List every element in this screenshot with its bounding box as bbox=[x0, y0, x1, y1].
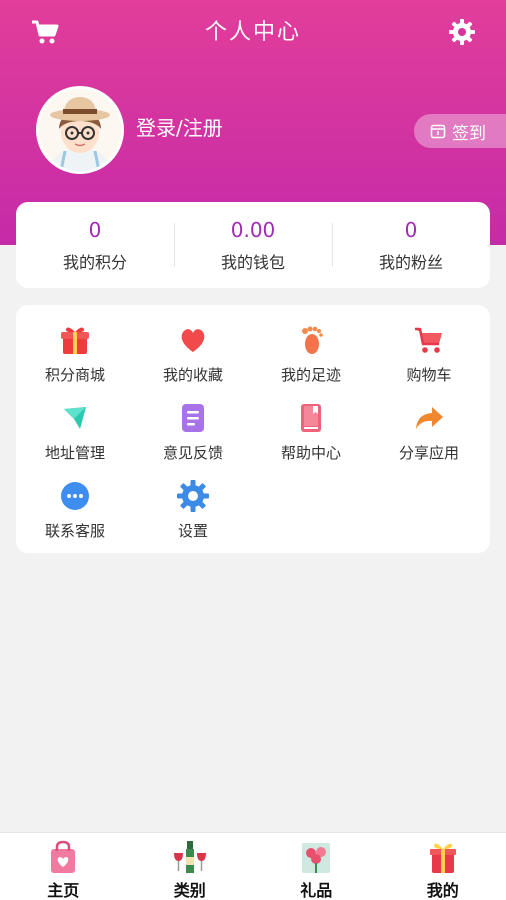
menu-item-share[interactable]: 分享应用 bbox=[370, 401, 488, 463]
feedback-icon bbox=[182, 404, 204, 432]
flower-icon bbox=[302, 843, 331, 873]
stat-value: 0 bbox=[88, 218, 102, 242]
nav-label: 主页 bbox=[47, 881, 80, 900]
menu-label: 积分商城 bbox=[44, 366, 105, 384]
gift-box-icon bbox=[429, 843, 456, 873]
settings-icon bbox=[177, 480, 209, 512]
menu-card: 积分商城 我的收藏 我的足迹 购物车 地址管理 意见反馈 帮助中心 分享应用 联… bbox=[16, 305, 490, 553]
menu-item-help[interactable]: 帮助中心 bbox=[252, 401, 370, 463]
cart-icon bbox=[415, 327, 442, 353]
menu-item-points-mall[interactable]: 积分商城 bbox=[16, 323, 134, 385]
page-title: 个人中心 bbox=[204, 20, 301, 45]
gift-icon bbox=[61, 327, 89, 354]
menu-item-footprints[interactable]: 我的足迹 bbox=[252, 323, 370, 385]
menu-item-customer-service[interactable]: 联系客服 bbox=[16, 479, 134, 541]
stat-label: 我的钱包 bbox=[220, 253, 285, 272]
nav-home[interactable]: 主页 bbox=[0, 833, 127, 900]
stat-label: 我的积分 bbox=[62, 253, 127, 272]
share-icon bbox=[416, 407, 443, 429]
top-bar: 个人中心 bbox=[0, 0, 506, 64]
nav-gift[interactable]: 礼品 bbox=[253, 833, 380, 900]
nav-category[interactable]: 类别 bbox=[127, 833, 254, 900]
sign-in-button[interactable]: 签到 bbox=[414, 114, 506, 148]
avatar-illustration bbox=[39, 89, 121, 171]
sign-in-label: 签到 bbox=[452, 123, 486, 144]
avatar[interactable] bbox=[36, 86, 124, 174]
settings-button[interactable] bbox=[448, 18, 476, 46]
menu-label: 购物车 bbox=[406, 366, 452, 384]
menu-item-settings[interactable]: 设置 bbox=[134, 479, 252, 541]
menu-item-favorites[interactable]: 我的收藏 bbox=[134, 323, 252, 385]
stats-card: 0 我的积分 0.00 我的钱包 0 我的粉丝 bbox=[16, 202, 490, 288]
gear-icon bbox=[449, 19, 475, 45]
bottom-navigation: 主页 类别 礼品 我的 bbox=[0, 832, 506, 900]
stat-label: 我的粉丝 bbox=[378, 253, 443, 272]
footprint-icon bbox=[302, 326, 323, 354]
menu-item-address[interactable]: 地址管理 bbox=[16, 401, 134, 463]
nav-label: 礼品 bbox=[300, 881, 333, 900]
location-icon bbox=[64, 407, 86, 429]
menu-label: 设置 bbox=[177, 522, 208, 540]
menu-label: 分享应用 bbox=[398, 444, 459, 462]
heart-icon bbox=[181, 329, 205, 352]
help-book-icon bbox=[301, 404, 321, 432]
nav-label: 我的 bbox=[426, 881, 459, 900]
menu-label: 联系客服 bbox=[44, 522, 105, 540]
stat-wallet[interactable]: 0.00 我的钱包 bbox=[174, 217, 332, 273]
nav-label: 类别 bbox=[173, 881, 206, 900]
stat-fans[interactable]: 0 我的粉丝 bbox=[332, 217, 490, 273]
menu-label: 帮助中心 bbox=[280, 444, 341, 462]
calendar-icon bbox=[430, 124, 446, 139]
login-register-link[interactable]: 登录/注册 bbox=[136, 112, 223, 141]
menu-label: 意见反馈 bbox=[162, 444, 223, 462]
menu-item-feedback[interactable]: 意见反馈 bbox=[134, 401, 252, 463]
menu-item-cart[interactable]: 购物车 bbox=[370, 323, 488, 385]
stat-points[interactable]: 0 我的积分 bbox=[16, 217, 174, 273]
menu-label: 我的收藏 bbox=[162, 366, 223, 384]
stat-value: 0 bbox=[404, 218, 418, 242]
menu-label: 地址管理 bbox=[44, 444, 105, 462]
nav-mine[interactable]: 我的 bbox=[380, 833, 506, 900]
menu-label: 我的足迹 bbox=[280, 366, 341, 384]
chat-icon bbox=[61, 482, 89, 510]
shopping-bag-icon bbox=[51, 840, 76, 873]
wine-icon bbox=[173, 841, 206, 873]
stat-value: 0.00 bbox=[230, 218, 276, 242]
